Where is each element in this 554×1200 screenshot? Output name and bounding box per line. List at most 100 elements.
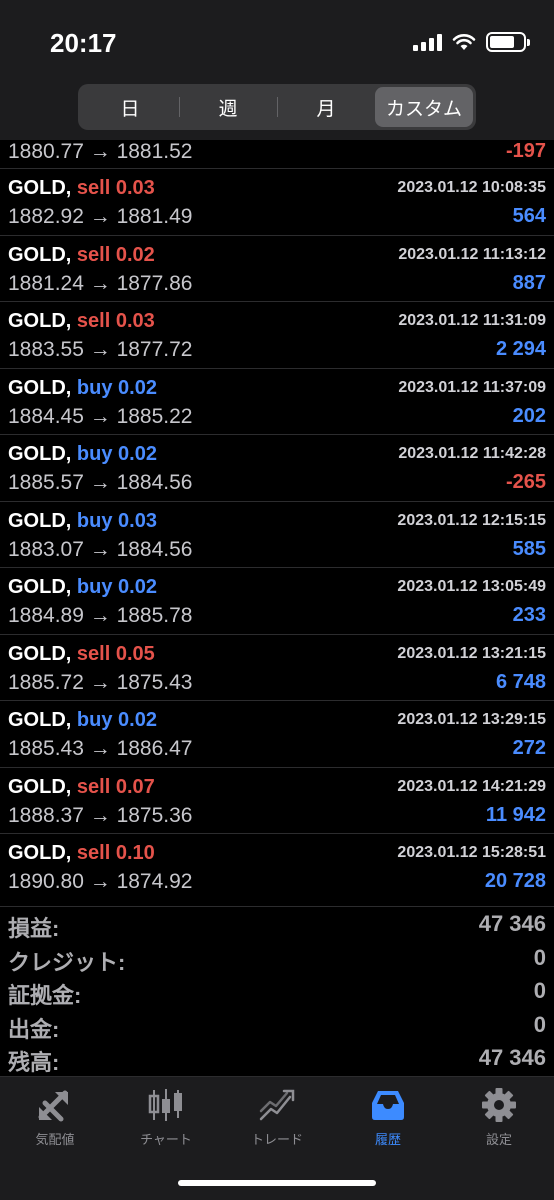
deal-prices: 1885.57 → 1884.56 bbox=[8, 471, 193, 494]
summary-withdrawal-value: 0 bbox=[533, 1011, 546, 1037]
deal-datetime: 2023.01.12 13:21:15 bbox=[397, 644, 546, 662]
status-bar: 20:17 bbox=[0, 0, 554, 80]
deal-title: GOLD, buy 0.02 bbox=[8, 443, 157, 466]
tab-history-label: 履歴 bbox=[374, 1132, 401, 1147]
deal-side: buy 0.02 bbox=[76, 443, 157, 465]
chart-icon bbox=[148, 1089, 182, 1121]
deal-title: GOLD, sell 0.03 bbox=[8, 177, 155, 200]
summary-withdrawal-row: 出金: 0 bbox=[0, 1008, 554, 1042]
deal-profit: 6 748 bbox=[495, 670, 546, 693]
status-icons bbox=[413, 32, 530, 52]
tab-settings[interactable]: 設定 bbox=[444, 1087, 554, 1157]
deal-side: sell 0.10 bbox=[76, 842, 155, 864]
summary-credit-row: クレジット: 0 bbox=[0, 941, 554, 975]
deal-side: buy 0.02 bbox=[76, 576, 157, 598]
deal-symbol: GOLD, bbox=[8, 642, 72, 665]
deal-side: sell 0.02 bbox=[76, 243, 155, 266]
deal-prices: 1883.55 → 1877.72 bbox=[8, 338, 193, 361]
header: 20:17 日 週 月 カスタム bbox=[0, 0, 554, 140]
deal-title: GOLD, buy 0.03 bbox=[8, 510, 157, 533]
summary-balance-row: 残高: 47 346 bbox=[0, 1041, 554, 1075]
summary-balance-label: 残高: bbox=[8, 1050, 60, 1075]
deal-symbol: GOLD, bbox=[8, 842, 72, 864]
deal-side: sell 0.07 bbox=[76, 775, 155, 798]
deal-row[interactable]: GOLD, buy 0.03 2023.01.12 12:15:15 1883.07… bbox=[0, 500, 554, 568]
summary-withdrawal-label: 出金: bbox=[8, 1016, 60, 1042]
deal-row[interactable]: GOLD, buy 0.02 2023.01.12 11:42:28 1885.57… bbox=[0, 434, 554, 501]
deal-symbol: GOLD, bbox=[8, 775, 72, 798]
deal-side: buy 0.02 bbox=[76, 709, 157, 731]
deal-datetime: 2023.01.12 13:05:49 bbox=[397, 578, 546, 595]
deal-row[interactable]: 1880.77 → 1881.52 -197 bbox=[0, 140, 554, 168]
deal-datetime: 2023.01.12 11:37:09 bbox=[398, 378, 546, 396]
deal-side: buy 0.03 bbox=[76, 509, 157, 532]
deal-row[interactable]: GOLD, sell 0.03 2023.01.12 11:31:09 1883.5… bbox=[0, 301, 554, 368]
summary-profit-label: 損益: bbox=[8, 916, 60, 941]
tab-quotes[interactable]: 気配値 bbox=[0, 1087, 110, 1157]
deal-prices: 1888.37 → 1875.36 bbox=[8, 803, 193, 827]
deal-prices: 1880.77 → 1881.52 bbox=[8, 140, 193, 163]
period-tab-day[interactable]: 日 bbox=[81, 87, 179, 127]
deal-profit: 564 bbox=[512, 205, 546, 227]
deal-symbol: GOLD, bbox=[8, 709, 72, 731]
tab-chart[interactable]: チャート bbox=[111, 1087, 221, 1157]
deal-prices: 1890.80 → 1874.92 bbox=[8, 870, 193, 893]
deal-title: GOLD, sell 0.02 bbox=[8, 244, 155, 267]
deal-datetime: 2023.01.12 11:31:09 bbox=[398, 312, 546, 329]
deal-title: GOLD, sell 0.10 bbox=[8, 842, 155, 865]
deal-row[interactable]: GOLD, sell 0.10 2023.01.12 15:28:51 1890.8… bbox=[0, 833, 554, 900]
deal-profit: 272 bbox=[512, 737, 546, 759]
wifi-icon bbox=[452, 34, 476, 50]
deal-side: buy 0.02 bbox=[76, 376, 157, 399]
deal-title: GOLD, buy 0.02 bbox=[8, 709, 157, 732]
deal-prices: 1883.07 → 1884.56 bbox=[8, 537, 193, 561]
deal-prices: 1881.24 → 1877.86 bbox=[8, 271, 193, 295]
deal-datetime: 2023.01.12 14:21:29 bbox=[397, 777, 546, 795]
deal-datetime: 2023.01.12 15:28:51 bbox=[397, 844, 546, 861]
deal-datetime: 2023.01.12 11:42:28 bbox=[398, 445, 546, 462]
deal-profit: 11 942 bbox=[485, 803, 546, 826]
deal-title: GOLD, sell 0.05 bbox=[8, 643, 155, 666]
deal-profit: 20 728 bbox=[484, 870, 546, 892]
summary-deposit-label: 証拠金: bbox=[8, 983, 82, 1008]
deal-row[interactable]: GOLD, sell 0.07 2023.01.12 14:21:29 1888.3… bbox=[0, 766, 554, 834]
deal-title: GOLD, buy 0.02 bbox=[8, 377, 157, 400]
tab-quotes-label: 気配値 bbox=[35, 1132, 75, 1147]
period-tab-month[interactable]: 月 bbox=[277, 87, 375, 127]
period-tab-custom[interactable]: カスタム bbox=[375, 87, 473, 127]
trade-icon bbox=[259, 1089, 295, 1121]
summary-profit-row: 損益: 47 346 bbox=[0, 907, 554, 941]
tab-trade-label: トレード bbox=[250, 1132, 303, 1147]
deal-prices: 1885.72 → 1875.43 bbox=[8, 670, 193, 694]
deal-profit: 202 bbox=[512, 404, 546, 427]
status-time: 20:17 bbox=[50, 28, 117, 58]
deal-profit: -265 bbox=[505, 471, 546, 493]
battery-icon bbox=[486, 32, 530, 52]
deal-row[interactable]: GOLD, buy 0.02 2023.01.12 13:05:49 1884.89… bbox=[0, 567, 554, 634]
deal-side: sell 0.03 bbox=[76, 310, 155, 332]
deal-profit: 887 bbox=[512, 271, 546, 294]
tab-trade[interactable]: トレード bbox=[222, 1087, 332, 1157]
cellular-signal-icon bbox=[413, 33, 442, 51]
home-indicator bbox=[178, 1180, 376, 1186]
deal-row[interactable]: GOLD, buy 0.02 2023.01.12 11:37:09 1884.45… bbox=[0, 367, 554, 435]
deal-datetime: 2023.01.12 10:08:35 bbox=[397, 179, 546, 196]
deal-row[interactable]: GOLD, sell 0.02 2023.01.12 11:13:12 1881.2… bbox=[0, 234, 554, 302]
deal-symbol: GOLD, bbox=[8, 310, 72, 332]
deal-row[interactable]: GOLD, sell 0.03 2023.01.12 10:08:35 1882.9… bbox=[0, 168, 554, 235]
tab-settings-label: 設定 bbox=[485, 1132, 512, 1147]
period-tab-week[interactable]: 週 bbox=[179, 87, 277, 127]
quotes-icon bbox=[38, 1090, 68, 1122]
deal-row[interactable]: GOLD, sell 0.05 2023.01.12 13:21:15 1885.7… bbox=[0, 633, 554, 701]
deal-prices: 1884.89 → 1885.78 bbox=[8, 604, 193, 627]
settings-icon bbox=[482, 1088, 516, 1122]
deal-profit: 2 294 bbox=[495, 338, 546, 360]
history-summary: 損益: 47 346 クレジット: 0 証拠金: 0 出金: 0 残高: 47 … bbox=[0, 906, 554, 1075]
deal-symbol: GOLD, bbox=[8, 509, 72, 532]
deal-prices: 1882.92 → 1881.49 bbox=[8, 205, 193, 228]
deal-prices: 1884.45 → 1885.22 bbox=[8, 404, 193, 428]
tab-history[interactable]: 履歴 bbox=[333, 1087, 443, 1157]
deal-row[interactable]: GOLD, buy 0.02 2023.01.12 13:29:15 1885.43… bbox=[0, 700, 554, 767]
summary-credit-label: クレジット: bbox=[8, 949, 126, 975]
deal-symbol: GOLD, bbox=[8, 177, 72, 199]
